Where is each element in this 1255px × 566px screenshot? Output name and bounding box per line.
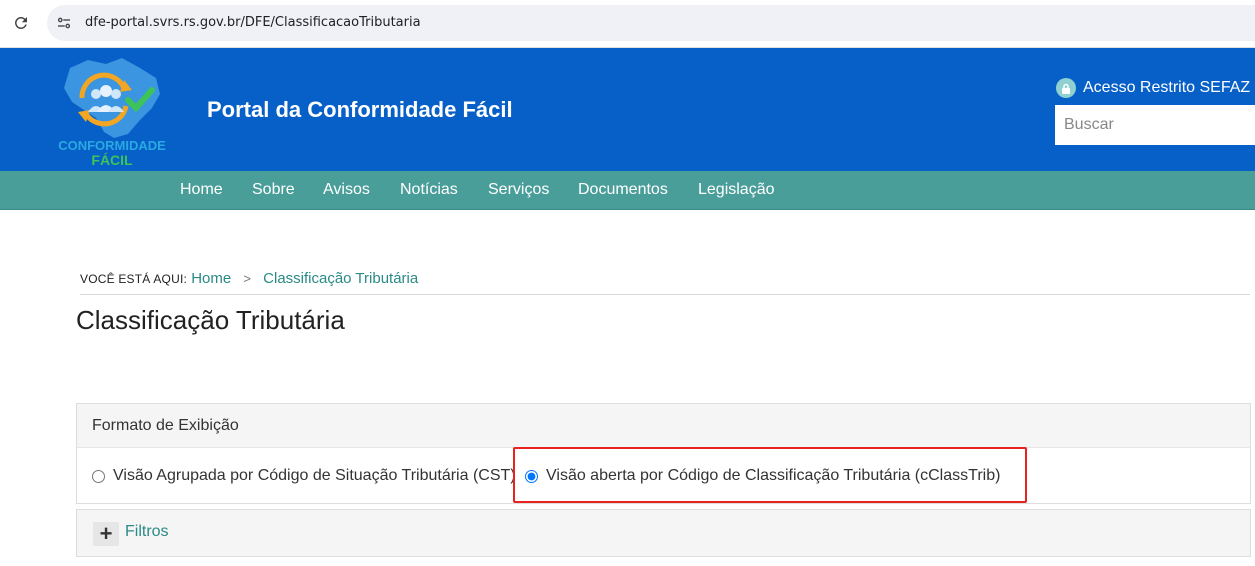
breadcrumb-prefix: VOCÊ ESTÁ AQUI: — [80, 272, 188, 286]
breadcrumb-home-link[interactable]: Home — [191, 270, 231, 287]
lock-icon — [1056, 78, 1076, 98]
radio-cst[interactable] — [92, 469, 105, 483]
nav-item-avisos[interactable]: Avisos — [323, 181, 370, 199]
main-nav: Home Sobre Avisos Notícias Serviços Docu… — [0, 171, 1255, 210]
url-text[interactable]: dfe-portal.svrs.rs.gov.br/DFE/Classifica… — [85, 15, 421, 30]
panel-header: Formato de Exibição — [77, 404, 1250, 448]
breadcrumb: VOCÊ ESTÁ AQUI: Home > Classificação Tri… — [80, 270, 1250, 295]
nav-item-home[interactable]: Home — [180, 181, 223, 199]
nav-item-noticias[interactable]: Notícias — [400, 181, 458, 199]
filters-panel[interactable]: + Filtros — [76, 509, 1251, 557]
conformidade-facil-logo[interactable]: CONFORMIDADE FÁCIL — [48, 54, 176, 166]
logo-text-bottom: FÁCIL — [91, 152, 133, 166]
restricted-access-link[interactable]: Acesso Restrito SEFAZ — [1056, 76, 1250, 100]
search-input[interactable] — [1055, 105, 1255, 145]
nav-item-documentos[interactable]: Documentos — [578, 181, 668, 199]
browser-toolbar: dfe-portal.svrs.rs.gov.br/DFE/Classifica… — [0, 0, 1255, 48]
site-title[interactable]: Portal da Conformidade Fácil — [207, 97, 513, 123]
nav-item-sobre[interactable]: Sobre — [252, 181, 295, 199]
page-title: Classificação Tributária — [76, 305, 345, 335]
reload-icon[interactable] — [12, 14, 30, 32]
breadcrumb-current[interactable]: Classificação Tributária — [263, 270, 418, 287]
breadcrumb-separator: > — [243, 271, 251, 286]
filters-label[interactable]: Filtros — [125, 523, 169, 541]
expand-plus-icon[interactable]: + — [93, 522, 119, 546]
site-settings-icon[interactable] — [55, 14, 73, 32]
panel-heading: Formato de Exibição — [92, 417, 239, 434]
radio-option-cst[interactable]: Visão Agrupada por Código de Situação Tr… — [92, 467, 516, 485]
nav-item-legislacao[interactable]: Legislação — [698, 181, 775, 199]
restricted-access-label: Acesso Restrito SEFAZ — [1083, 79, 1251, 96]
site-header: CONFORMIDADE FÁCIL Portal da Conformidad… — [0, 48, 1255, 171]
logo-text-top: CONFORMIDADE — [58, 138, 166, 153]
address-bar[interactable]: dfe-portal.svrs.rs.gov.br/DFE/Classifica… — [47, 5, 1255, 41]
highlight-box — [513, 447, 1027, 503]
nav-item-servicos[interactable]: Serviços — [488, 181, 549, 199]
radio-cst-label: Visão Agrupada por Código de Situação Tr… — [113, 467, 516, 484]
